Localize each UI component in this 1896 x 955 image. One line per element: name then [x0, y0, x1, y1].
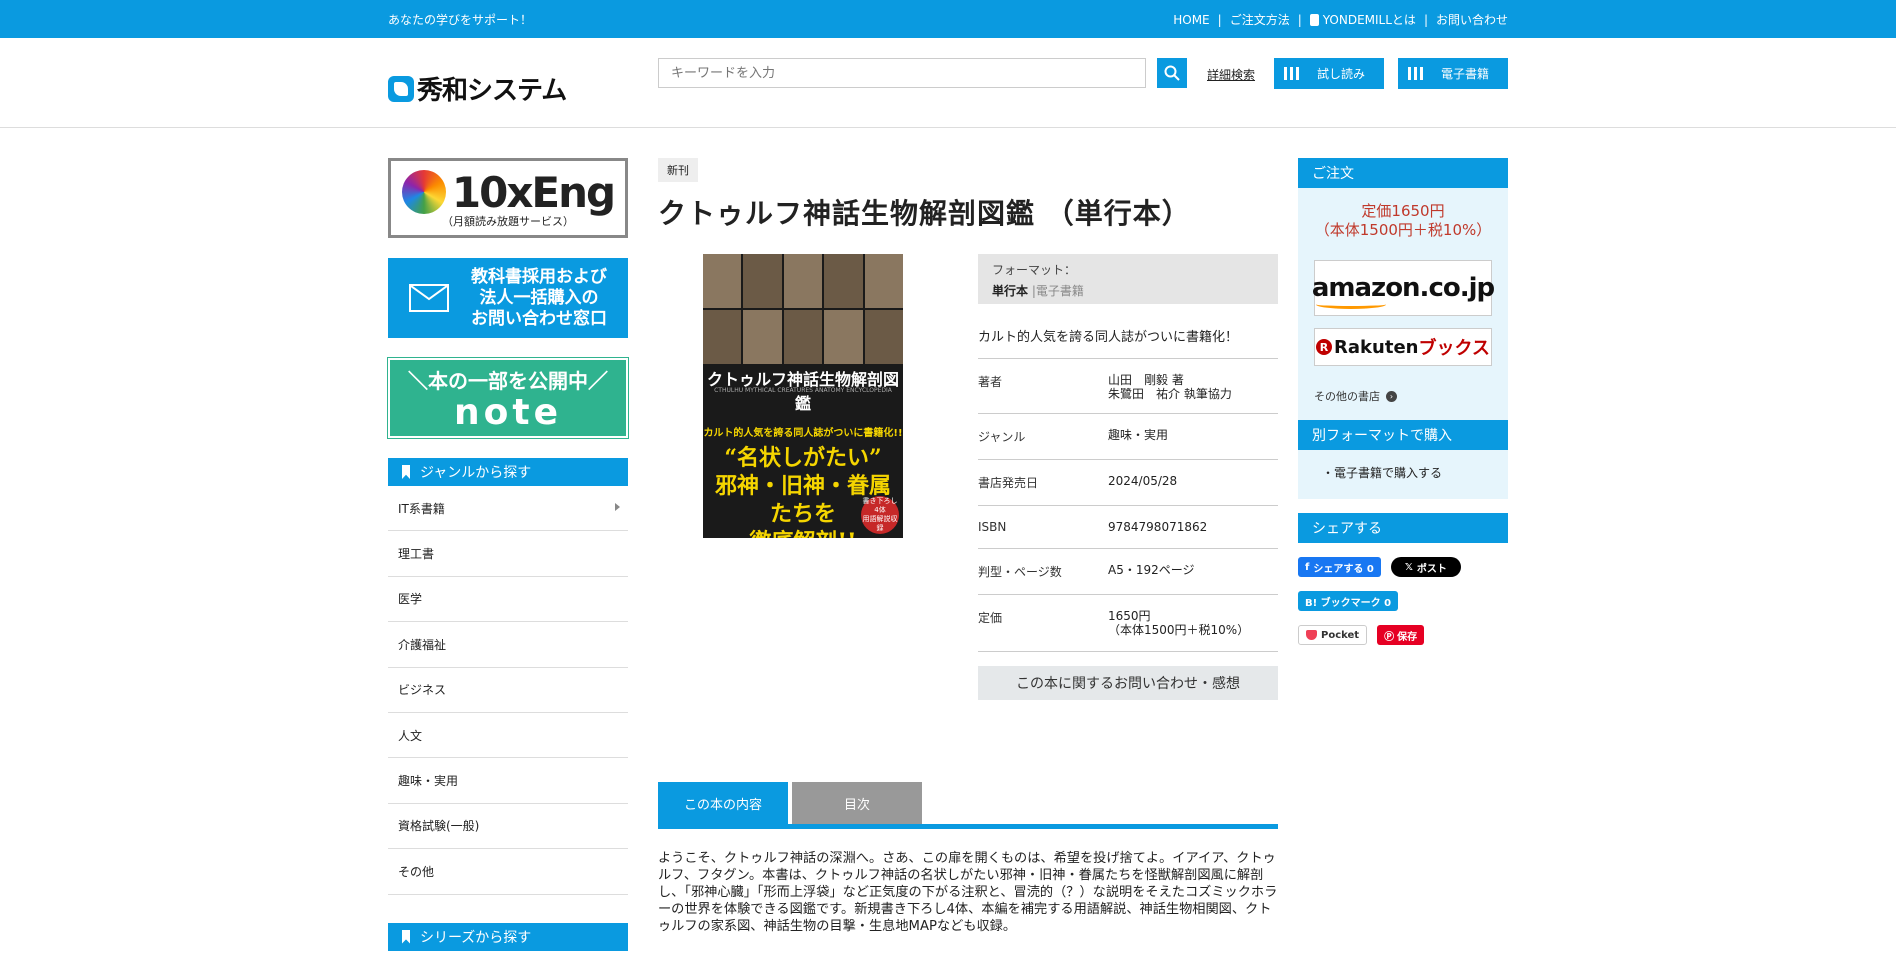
- search-box: [658, 58, 1146, 88]
- tab-toc[interactable]: 目次: [792, 782, 922, 824]
- info-row-isbn: ISBN 9784798071862: [978, 505, 1278, 548]
- advanced-search-link[interactable]: 詳細検索: [1207, 66, 1255, 83]
- pinterest-save-button[interactable]: Ⓟ 保存: [1377, 625, 1425, 645]
- cover-subtitle: CTHULHU MYTHICAL CREATURES ANATOMY ENCYC…: [714, 387, 892, 394]
- header: 秀和システム 詳細検索 試し読み 電子書籍: [0, 38, 1896, 128]
- facebook-share-button[interactable]: f シェアする 0: [1298, 557, 1381, 577]
- pocket-icon: [1306, 630, 1317, 640]
- search-button[interactable]: [1157, 58, 1187, 88]
- alt-format-box: ・電子書籍で購入する: [1298, 450, 1508, 499]
- genre-list: IT系書籍 理工書 医学 介護福祉 ビジネス 人文 趣味・実用 資格試験(一般)…: [388, 486, 628, 895]
- genre-item-business[interactable]: ビジネス: [388, 668, 628, 713]
- format-label: フォーマット：: [992, 263, 1077, 277]
- genre-item-science[interactable]: 理工書: [388, 531, 628, 577]
- x-icon: 𝕏: [1404, 561, 1413, 573]
- logo-icon: [388, 75, 414, 102]
- book-icon: [1284, 67, 1299, 80]
- trial-read-label: 試し読み: [1317, 67, 1366, 81]
- genre-item-medical[interactable]: 医学: [388, 577, 628, 623]
- format-ebook-link[interactable]: 電子書籍: [1036, 284, 1084, 298]
- content-tabs: この本の内容 目次: [658, 782, 1278, 829]
- logo-text: 秀和システム: [417, 76, 567, 106]
- tagline: あなたの学びをサポート！: [388, 13, 533, 27]
- info-row-size-pages: 判型・ページ数 A5・192ページ: [978, 548, 1278, 594]
- note-banner-caption: ＼本の一部を公開中／: [408, 368, 608, 393]
- share-heading: シェアする: [1298, 513, 1508, 543]
- info-row-price: 定価 1650円 （本体1500円＋税10%）: [978, 594, 1278, 652]
- genre-item-care[interactable]: 介護福祉: [388, 622, 628, 668]
- buy-ebook-link[interactable]: 電子書籍で購入する: [1334, 466, 1442, 480]
- book-icon: [1408, 67, 1423, 80]
- book-detail: 新刊 クトゥルフ神話生物解剖図鑑 （単行本） クトゥルフ神話生物解剖図鑑 CTH…: [658, 158, 1278, 934]
- tab-contents[interactable]: この本の内容: [658, 782, 788, 824]
- ebook-button[interactable]: 電子書籍: [1398, 58, 1508, 89]
- x-post-button[interactable]: 𝕏 ポスト: [1390, 557, 1461, 577]
- left-sidebar: 10xEng （月額読み放題サービス） 教科書採用および 法人一括購入の お問い…: [387, 158, 629, 951]
- book-cover-image[interactable]: クトゥルフ神話生物解剖図鑑 CTHULHU MYTHICAL CREATURES…: [703, 254, 903, 538]
- nav-contact-link[interactable]: お問い合わせ: [1436, 11, 1508, 28]
- color-wheel-icon: [401, 170, 446, 214]
- mail-icon: [409, 284, 449, 312]
- book-description: ようこそ、クトゥルフ神話の深淵へ。さあ、この扉を開くものは、希望を投げ捨てよ。イ…: [658, 851, 1278, 934]
- nav-home-link[interactable]: HOME: [1173, 13, 1209, 27]
- genre-item-hobby[interactable]: 趣味・実用: [388, 758, 628, 804]
- order-box: 定価1650円 （本体1500円＋税10%） amazon.co.jp R Rak…: [1298, 188, 1508, 420]
- info-row-release-date: 書店発売日 2024/05/28: [978, 459, 1278, 505]
- info-row-author: 著者 山田 剛毅 著 朱鷺田 祐介 執筆協力: [978, 358, 1278, 413]
- facebook-icon: f: [1305, 561, 1310, 573]
- site-logo[interactable]: 秀和システム: [388, 70, 567, 107]
- book-title: クトゥルフ神話生物解剖図鑑 （単行本）: [658, 197, 1191, 230]
- note-logo: note: [454, 391, 562, 433]
- education-banner-text: 教科書採用および 法人一括購入の お問い合わせ窓口: [471, 266, 607, 329]
- chevron-right-icon: ›: [1386, 390, 1397, 402]
- other-stores-link[interactable]: その他の書店 ›: [1314, 388, 1492, 404]
- top-bar: あなたの学びをサポート！ HOME | ご注文方法 | YONDEMILLとは …: [0, 0, 1896, 38]
- order-heading: ご注文: [1298, 158, 1508, 188]
- search-input[interactable]: [659, 59, 1145, 87]
- order-price: 定価1650円 （本体1500円＋税10%）: [1314, 202, 1492, 239]
- book-info: フォーマット： 単行本 |電子書籍 カルト的人気を誇る同人誌がついに書籍化！ 著…: [978, 254, 1278, 700]
- tenx-title: 10xEng: [451, 167, 616, 217]
- rakuten-logo: R Rakuten ブックス: [1316, 334, 1490, 360]
- note-banner[interactable]: ＼本の一部を公開中／ note: [387, 357, 629, 439]
- genre-item-other[interactable]: その他: [388, 849, 628, 895]
- genre-item-it[interactable]: IT系書籍: [388, 486, 628, 532]
- cover-illustrations: [703, 254, 903, 364]
- bookmark-icon: [402, 929, 410, 944]
- cover-catch: カルト的人気を誇る同人誌がついに書籍化!!: [703, 428, 903, 439]
- caret-right-icon: [615, 503, 620, 511]
- phone-icon: [1309, 13, 1319, 26]
- right-sidebar: ご注文 定価1650円 （本体1500円＋税10%） amazon.co.jp …: [1298, 158, 1508, 645]
- pinterest-icon: Ⓟ: [1384, 631, 1395, 643]
- tenx-subtitle: （月額読み放題サービス）: [442, 214, 574, 228]
- top-nav: HOME | ご注文方法 | YONDEMILLとは | お問い合わせ: [1173, 11, 1508, 28]
- hatena-bookmark-button[interactable]: B! ブックマーク 0: [1298, 591, 1399, 611]
- nav-yondemill-link[interactable]: YONDEMILLとは: [1323, 11, 1416, 28]
- format-box: フォーマット： 単行本 |電子書籍: [978, 254, 1278, 304]
- bookmark-icon: [402, 465, 410, 479]
- education-inquiry-banner[interactable]: 教科書採用および 法人一括購入の お問い合わせ窓口: [388, 258, 628, 338]
- ebook-label: 電子書籍: [1441, 67, 1490, 81]
- trial-read-button[interactable]: 試し読み: [1274, 58, 1384, 89]
- genre-heading: ジャンルから探す: [388, 458, 628, 486]
- search-icon: [1164, 65, 1180, 81]
- cover-seal: 書き下ろし4体 用語解説収録: [861, 496, 899, 534]
- book-inquiry-button[interactable]: この本に関するお問い合わせ・感想: [978, 666, 1278, 700]
- rakuten-button[interactable]: R Rakuten ブックス: [1314, 328, 1492, 366]
- new-badge: 新刊: [658, 158, 698, 182]
- info-row-genre: ジャンル 趣味・実用: [978, 413, 1278, 459]
- series-heading: シリーズから探す: [388, 922, 628, 951]
- nav-order-method-link[interactable]: ご注文方法: [1230, 11, 1290, 28]
- alt-format-heading: 別フォーマットで購入: [1298, 420, 1508, 450]
- tenx-eng-banner[interactable]: 10xEng （月額読み放題サービス）: [388, 158, 628, 238]
- genre-item-certification[interactable]: 資格試験(一般): [388, 804, 628, 850]
- amazon-button[interactable]: amazon.co.jp: [1311, 260, 1495, 316]
- pocket-button[interactable]: Pocket: [1298, 625, 1368, 645]
- format-print: 単行本: [992, 284, 1029, 298]
- amazon-logo: amazon.co.jp: [1311, 273, 1495, 309]
- genre-item-humanities[interactable]: 人文: [388, 713, 628, 759]
- book-catchcopy: カルト的人気を誇る同人誌がついに書籍化！: [978, 330, 1239, 345]
